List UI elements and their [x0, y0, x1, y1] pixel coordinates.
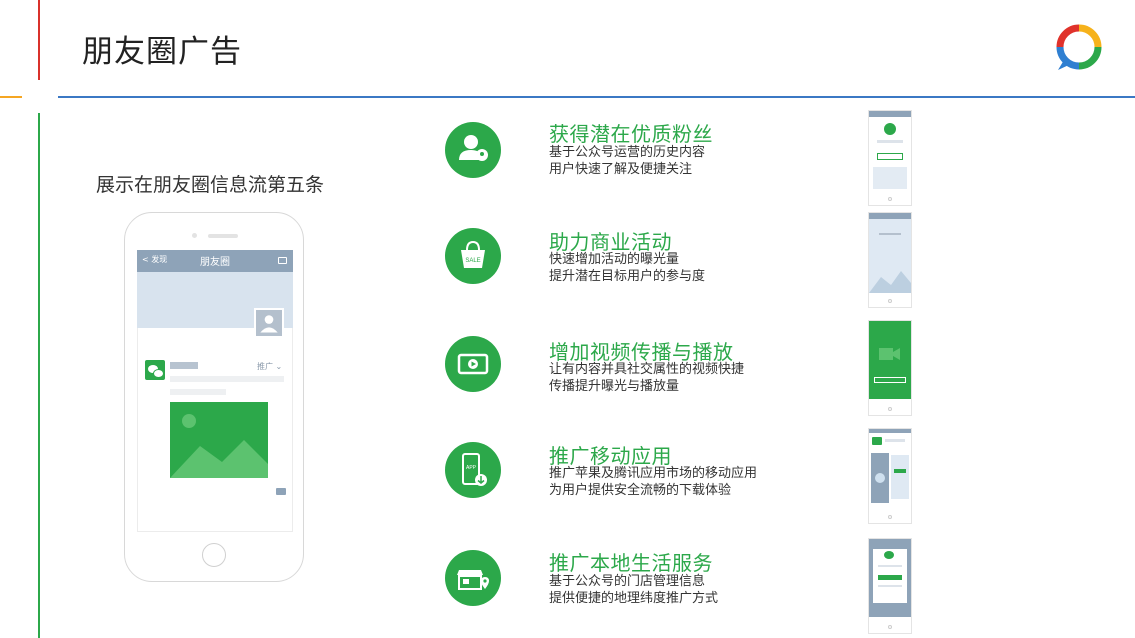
- ad-image[interactable]: [170, 402, 268, 478]
- store-location-icon: [445, 550, 501, 606]
- phone-home-button: [202, 543, 226, 567]
- header-red-bar: [38, 0, 40, 80]
- preview-thumbnail: [868, 110, 912, 206]
- video-play-icon: [445, 336, 501, 392]
- feature-description: 用户快速了解及便捷关注: [549, 162, 693, 177]
- feature-description: 提升潜在目标用户的参与度: [549, 269, 706, 284]
- placement-description: 展示在朋友圈信息流第五条: [96, 174, 325, 196]
- feature-description: 让有内容并具社交属性的视频快捷: [549, 362, 745, 377]
- svg-text:APP: APP: [466, 465, 477, 471]
- feature-description: 为用户提供安全流畅的下载体验: [549, 483, 732, 498]
- feature-description: 传播提升曝光与播放量: [549, 379, 680, 394]
- post-author-placeholder: [170, 362, 198, 369]
- feature-description: 基于公众号运营的历史内容: [549, 145, 706, 160]
- nav-title: 朋友圈: [200, 257, 230, 268]
- feature-description: 推广苹果及腾讯应用市场的移动应用: [549, 466, 758, 481]
- camera-icon[interactable]: [278, 257, 287, 264]
- feature-title: 获得潜在优质粉丝: [549, 122, 713, 146]
- preview-thumbnail: [868, 320, 912, 416]
- phone-camera: [192, 233, 197, 238]
- feature-description: 快速增加活动的曝光量: [549, 252, 680, 267]
- preview-thumbnail: [868, 212, 912, 308]
- app-download-icon: APP: [445, 442, 501, 498]
- svg-text:SALE: SALE: [465, 258, 480, 264]
- moments-nav-bar: < 发现 朋友圈: [137, 250, 293, 272]
- feature-description: 基于公众号的门店管理信息: [549, 574, 706, 589]
- header-orange-dash: [0, 96, 22, 98]
- comment-icon[interactable]: [276, 488, 286, 495]
- header-blue-divider: [58, 96, 1135, 98]
- user-location-icon: [445, 122, 501, 178]
- preview-thumbnail: [868, 428, 912, 524]
- post-text-placeholder: [170, 376, 284, 382]
- wechat-icon: [145, 360, 165, 380]
- page-title: 朋友圈广告: [82, 34, 242, 70]
- phone-speaker: [208, 234, 238, 238]
- feature-title: 推广本地生活服务: [549, 551, 713, 575]
- avatar: [254, 308, 284, 338]
- left-green-bar: [38, 113, 40, 638]
- feature-description: 提供便捷的地理纬度推广方式: [549, 591, 719, 606]
- post-text-placeholder: [170, 389, 226, 395]
- sale-bag-icon: SALE: [445, 228, 501, 284]
- speech-ring-logo-icon: [1056, 24, 1102, 70]
- preview-thumbnail: [868, 538, 912, 634]
- promoted-tag[interactable]: 推广 ⌄: [257, 361, 282, 372]
